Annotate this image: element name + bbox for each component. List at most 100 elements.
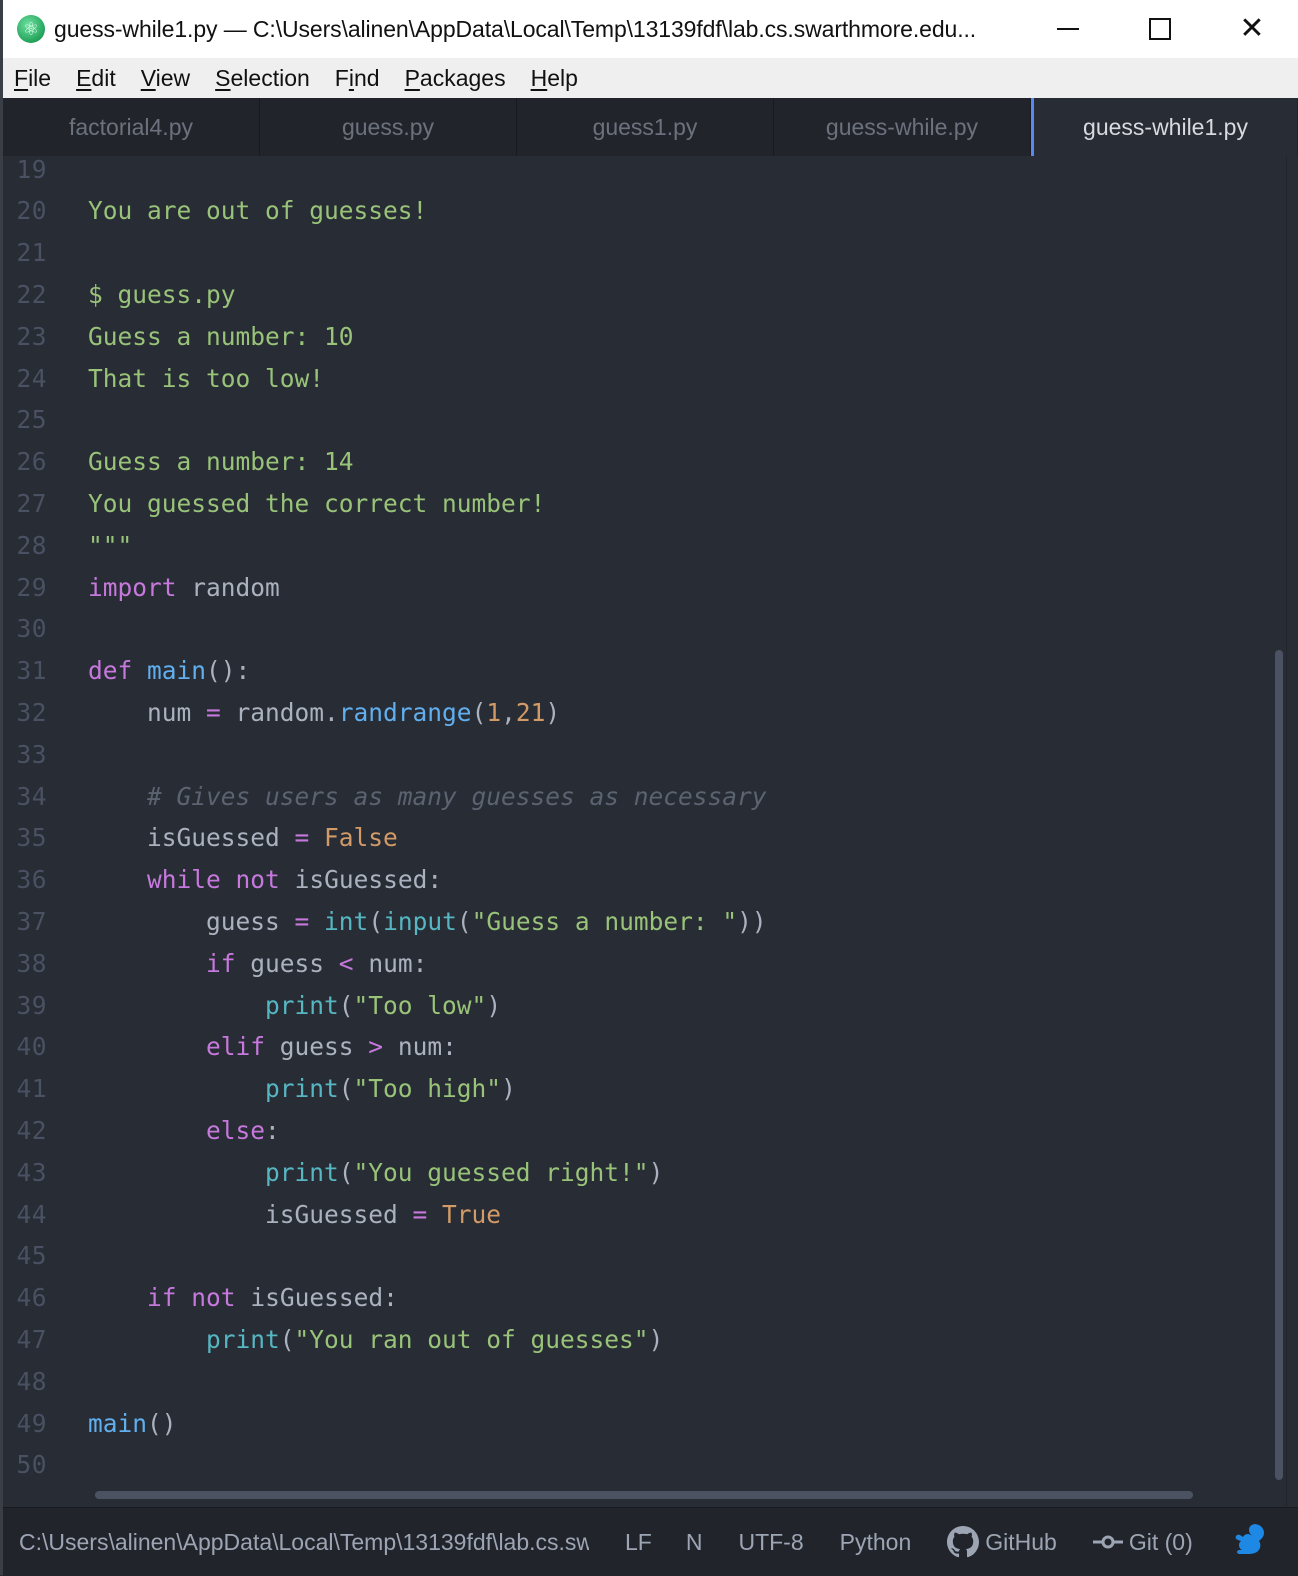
maximize-button[interactable] [1114, 0, 1206, 58]
code-line[interactable]: 37 guess = int(input("Guess a number: ")… [3, 900, 1273, 942]
code-line[interactable]: 34 # Gives users as many guesses as nece… [3, 775, 1273, 817]
menu-file[interactable]: File [14, 65, 51, 92]
line-number: 42 [16, 1115, 47, 1145]
code-line[interactable]: 23 Guess a number: 10 [3, 315, 1273, 357]
token-fn: main [88, 1408, 148, 1438]
status-indicator[interactable]: N [686, 1529, 703, 1556]
minimize-button[interactable] [1022, 0, 1114, 58]
line-number: 39 [16, 990, 47, 1020]
code-line[interactable]: 40 elif guess > num: [3, 1026, 1273, 1068]
menu-packages[interactable]: Packages [405, 65, 506, 92]
git-button[interactable]: Git (0) [1092, 1529, 1193, 1556]
line-number: 23 [16, 321, 47, 351]
menu-mnemonic: i [348, 64, 354, 91]
code-line[interactable]: 31 def main(): [3, 650, 1273, 692]
menu-selection[interactable]: Selection [215, 65, 310, 92]
menu-view[interactable]: View [141, 65, 190, 92]
code-line[interactable]: 27 You guessed the correct number! [3, 482, 1273, 524]
line-number: 29 [16, 572, 47, 602]
github-icon [947, 1526, 980, 1558]
code-line[interactable]: 32 num = random.randrange(1,21) [3, 691, 1273, 733]
tab-factorial4-py[interactable]: factorial4.py [3, 98, 260, 156]
token-pl: ) [501, 1074, 516, 1104]
code-line[interactable]: 24 That is too low! [3, 357, 1273, 399]
token-op: = [412, 1199, 428, 1229]
line-code: else: [88, 1116, 280, 1145]
code-line[interactable]: 47 print("You ran out of guesses") [3, 1318, 1273, 1360]
tab-bar: factorial4.py guess.py guess1.py guess-whil… [3, 98, 1298, 157]
squirrel-update-icon[interactable] [1232, 1522, 1266, 1558]
code-line[interactable]: 28 """ [3, 524, 1273, 566]
window-title: guess-while1.py — C:\Users\alinen\AppDat… [54, 15, 977, 42]
line-number: 25 [16, 405, 47, 435]
code-line[interactable]: 45 [3, 1235, 1273, 1277]
code-line[interactable]: 44 isGuessed = True [3, 1193, 1273, 1235]
token-kw: if [206, 948, 236, 978]
code-line[interactable]: 41 print("Too high") [3, 1068, 1273, 1110]
menu-help[interactable]: Help [531, 65, 578, 92]
line-code: $ guess.py [88, 280, 236, 309]
grammar-selector[interactable]: Python [840, 1529, 912, 1556]
code-line[interactable]: 22 $ guess.py [3, 273, 1273, 315]
token-pl: ( [471, 697, 487, 727]
token-str: """ [88, 530, 133, 560]
token-str: Guess a number: 14 [88, 447, 354, 477]
code-line[interactable]: 43 print("You guessed right!") [3, 1151, 1273, 1193]
vertical-scrollbar[interactable] [1275, 650, 1283, 1480]
code-line[interactable]: 39 print("Too low") [3, 984, 1273, 1026]
tab-guess-while-py[interactable]: guess-while.py [774, 98, 1031, 156]
line-code: while not isGuessed: [88, 865, 442, 894]
code-line[interactable]: 36 while not isGuessed: [3, 859, 1273, 901]
code-line[interactable]: 33 [3, 733, 1273, 775]
token-str: $ guess.py [88, 279, 236, 309]
code-line[interactable]: 30 [3, 608, 1273, 650]
line-ending-selector[interactable]: LF [625, 1529, 652, 1556]
token-pl: guess [235, 948, 339, 978]
line-code: # Gives users as many guesses as necessa… [88, 782, 767, 811]
code-line[interactable]: 19 [3, 156, 1273, 190]
tab-guess-py[interactable]: guess.py [260, 98, 517, 156]
code-line[interactable]: 20 You are out of guesses! [3, 190, 1273, 232]
token-pl: random. [220, 697, 339, 727]
line-code: num = random.randrange(1,21) [88, 698, 560, 727]
horizontal-scrollbar[interactable] [95, 1491, 1193, 1499]
menu-find[interactable]: Find [335, 65, 380, 92]
tab-guess1-py[interactable]: guess1.py [517, 98, 774, 156]
code-line[interactable]: 42 else: [3, 1109, 1273, 1151]
line-code: print("You guessed right!") [88, 1158, 663, 1187]
code-line[interactable]: 35 isGuessed = False [3, 817, 1273, 859]
line-code: elif guess > num: [88, 1032, 457, 1061]
token-kw: def [88, 656, 133, 686]
line-code: import random [88, 573, 280, 602]
atom-editor-window: ⚛ guess-while1.py — C:\Users\alinen\AppD… [0, 0, 1298, 1576]
code-line[interactable]: 38 if guess < num: [3, 942, 1273, 984]
close-button[interactable]: ✕ [1206, 0, 1298, 58]
tab-guess-while1-py[interactable]: guess-while1.py [1031, 98, 1297, 156]
code-line[interactable]: 25 [3, 399, 1273, 441]
status-file-path[interactable]: C:\Users\alinen\AppData\Local\Temp\13139… [19, 1529, 589, 1556]
code-editor[interactable]: 19 20 You are out of guesses! 21 22 $ guess.p… [3, 156, 1298, 1506]
line-number: 21 [16, 238, 47, 268]
encoding-selector[interactable]: UTF-8 [738, 1529, 803, 1556]
line-number: 20 [16, 196, 47, 226]
title-bar: ⚛ guess-while1.py — C:\Users\alinen\AppD… [3, 0, 1298, 58]
line-number: 40 [16, 1032, 47, 1062]
menu-mnemonic: F [14, 64, 29, 91]
code-line[interactable]: 49 main() [3, 1402, 1273, 1444]
code-line[interactable]: 48 [3, 1360, 1273, 1402]
code-line[interactable]: 29 import random [3, 566, 1273, 608]
line-code: """ [88, 531, 132, 560]
menu-edit[interactable]: Edit [76, 65, 116, 92]
code-line[interactable]: 46 if not isGuessed: [3, 1277, 1273, 1319]
line-number: 49 [16, 1408, 47, 1438]
token-str: "You guessed right!" [353, 1157, 649, 1187]
token-kw: not [235, 865, 280, 895]
github-button[interactable]: GitHub [947, 1526, 1057, 1558]
token-pl: guess [265, 1032, 369, 1062]
code-line[interactable]: 21 [3, 232, 1273, 274]
code-line[interactable]: 50 [3, 1444, 1273, 1486]
code-line[interactable]: 26 Guess a number: 14 [3, 441, 1273, 483]
line-code: You guessed the correct number! [88, 489, 545, 518]
